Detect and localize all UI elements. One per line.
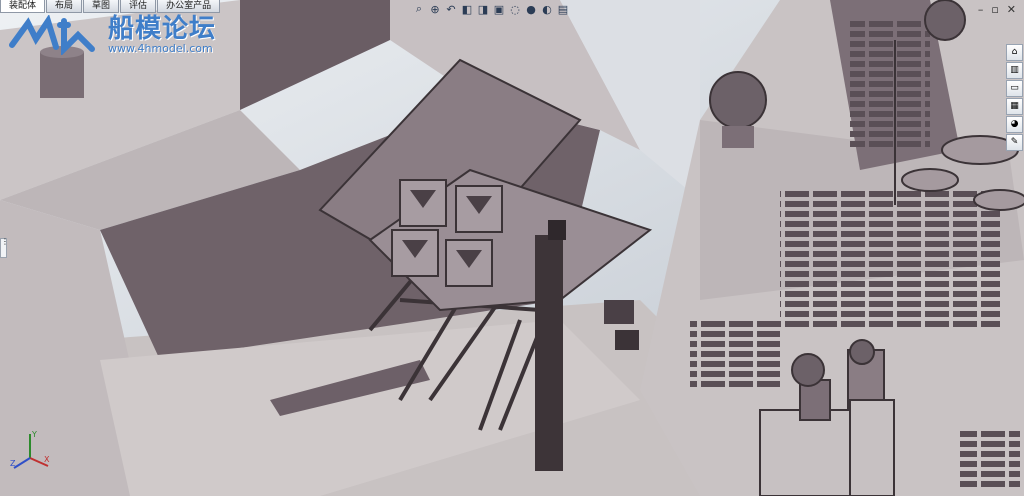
radome-left [709, 71, 767, 129]
model-viewport[interactable] [0, 0, 1024, 496]
feature-manager-handle[interactable]: ⋮ [0, 238, 9, 258]
watermark-url: www.4hmodel.com [108, 42, 213, 55]
task-pane-tabs: ⌂ ▥ ▭ ▦ ◕ ✎ [1006, 44, 1023, 151]
x-axis-label: X [44, 455, 50, 464]
deck-box [604, 300, 634, 324]
restore-button[interactable]: ▫ [991, 4, 998, 16]
side-vents [780, 190, 1000, 330]
previous-view-icon[interactable]: ↶ [444, 2, 458, 16]
lower-vents [690, 320, 780, 390]
mast-cap [548, 220, 566, 240]
tab-office-products[interactable]: 办公室产品 [157, 0, 221, 13]
tab-layout[interactable]: 布局 [46, 0, 83, 13]
custom-properties-icon[interactable]: ✎ [1006, 134, 1023, 151]
tab-sketch[interactable]: 草图 [83, 0, 120, 13]
window-controls: – ▫ ✕ [978, 4, 1016, 16]
zoom-area-icon[interactable]: ⊕ [428, 2, 442, 16]
tower-vents [850, 20, 930, 150]
view-palette-icon[interactable]: ▦ [1006, 98, 1023, 115]
mast-post [535, 235, 563, 471]
forum-watermark: 船模论坛 www.4hmodel.com [8, 14, 216, 56]
file-explorer-icon[interactable]: ▭ [1006, 80, 1023, 97]
z-axis-label: Z [10, 459, 16, 468]
appearances-icon[interactable]: ◕ [1006, 116, 1023, 133]
view-orientation-icon[interactable]: ◨ [476, 2, 490, 16]
apply-scene-icon[interactable]: ◐ [540, 2, 554, 16]
radome-base [722, 126, 754, 148]
section-view-icon[interactable]: ◧ [460, 2, 474, 16]
display-style-icon[interactable]: ▣ [492, 2, 506, 16]
solidworks-resources-icon[interactable]: ⌂ [1006, 44, 1023, 61]
watermark-title: 船模论坛 [108, 14, 217, 44]
edit-appearance-icon[interactable]: ● [524, 2, 538, 16]
hide-show-icon[interactable]: ◌ [508, 2, 522, 16]
heads-up-view-toolbar: ⌕ ⊕ ↶ ◧ ◨ ▣ ◌ ● ◐ ▤ [412, 2, 570, 20]
vls-cell [901, 168, 959, 192]
z-axis-icon [13, 457, 31, 469]
tab-assembly[interactable]: 装配体 [0, 0, 46, 13]
reference-triad: Y X Z [10, 430, 50, 469]
stack [40, 52, 84, 98]
deck-box [615, 330, 639, 350]
view-settings-icon[interactable]: ▤ [556, 2, 570, 16]
forum-logo-icon [9, 15, 95, 55]
zoom-to-fit-icon[interactable]: ⌕ [412, 2, 426, 16]
radome-right [924, 0, 966, 41]
y-axis-label: Y [31, 430, 37, 439]
design-library-icon[interactable]: ▥ [1006, 62, 1023, 79]
command-manager-tabs: 装配体 布局 草图 评估 办公室产品 [0, 0, 221, 13]
tab-evaluate[interactable]: 评估 [120, 0, 157, 13]
minimize-button[interactable]: – [978, 4, 984, 16]
vls-cell [973, 189, 1024, 211]
close-button[interactable]: ✕ [1007, 4, 1016, 16]
corner-vents [960, 430, 1020, 490]
